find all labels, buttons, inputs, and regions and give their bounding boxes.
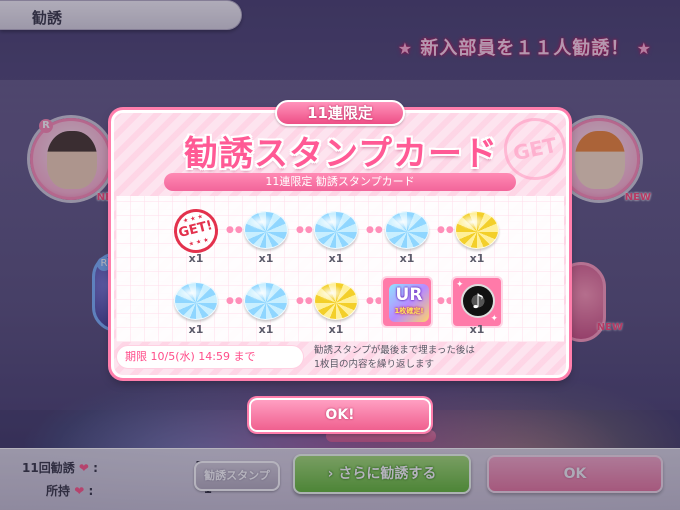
blue-gem-icon — [244, 211, 288, 249]
dialog-footer: 期限 10/5(水) 14:59 まで 勧誘スタンプが最後まで埋まった後は 1枚… — [116, 344, 564, 372]
dialog-subtitle: 11連限定 勧誘スタンプカード — [164, 173, 516, 191]
dialog-ok-button[interactable]: OK! — [249, 398, 431, 432]
stamp-count: x1 — [188, 252, 204, 265]
stamp-count: x1 — [469, 252, 485, 265]
stamp-count: x1 — [328, 323, 344, 336]
stamp-slot-5: x1 — [453, 207, 501, 265]
connector-dots: ●● — [366, 225, 384, 235]
get-stamp-icon: ★ ★ ★ GET! ★ ★ ★ — [169, 204, 223, 258]
stamp-slot-4: x1 — [383, 207, 431, 265]
gold-gem-icon — [455, 211, 499, 249]
stamp-slot-2: x1 — [242, 207, 290, 265]
stamp-slot-9: UR 1枚確定! — [381, 276, 433, 328]
stamp-slot-3: x1 — [312, 207, 360, 265]
music-stamp-tile: ♪ ✦ ✦ — [451, 276, 503, 328]
ur-badge-icon: UR 1枚確定! — [389, 284, 429, 322]
repeat-note: 勧誘スタンプが最後まで埋まった後は 1枚目の内容を繰り返します — [314, 344, 564, 372]
stamp-count: x1 — [328, 252, 344, 265]
ur-guarantee-tile: UR 1枚確定! — [381, 276, 433, 328]
stamp-slot-7: x1 — [242, 278, 290, 336]
stamp-slot-1: ★ ★ ★ GET! ★ ★ ★ x1 — [169, 204, 223, 265]
repeat-note-line-2: 1枚目の内容を繰り返します — [314, 359, 435, 370]
blue-gem-icon — [244, 282, 288, 320]
deadline-pill: 期限 10/5(水) 14:59 まで — [116, 345, 304, 369]
stamp-slot-8: x1 — [312, 278, 360, 336]
stamp-count: x1 — [188, 323, 204, 336]
stamp-count: x1 — [469, 323, 485, 336]
dialog-title: 勧誘スタンプカード — [184, 134, 498, 174]
gold-gem-icon — [314, 282, 358, 320]
stamp-slot-6: x1 — [172, 278, 220, 336]
blue-gem-icon — [174, 282, 218, 320]
stamp-slot-10: ♪ ✦ ✦ x1 — [451, 276, 503, 336]
blue-gem-icon — [314, 211, 358, 249]
stamp-count: x1 — [258, 323, 274, 336]
stamp-count: x1 — [399, 252, 415, 265]
blue-gem-icon — [385, 211, 429, 249]
music-note-icon: ♪ — [461, 284, 495, 318]
repeat-note-line-1: 勧誘スタンプが最後まで埋まった後は — [314, 345, 475, 356]
sparkle-icon: ✦ — [456, 280, 464, 290]
limited-ribbon: 11連限定 — [275, 100, 405, 126]
stamp-count: x1 — [258, 252, 274, 265]
